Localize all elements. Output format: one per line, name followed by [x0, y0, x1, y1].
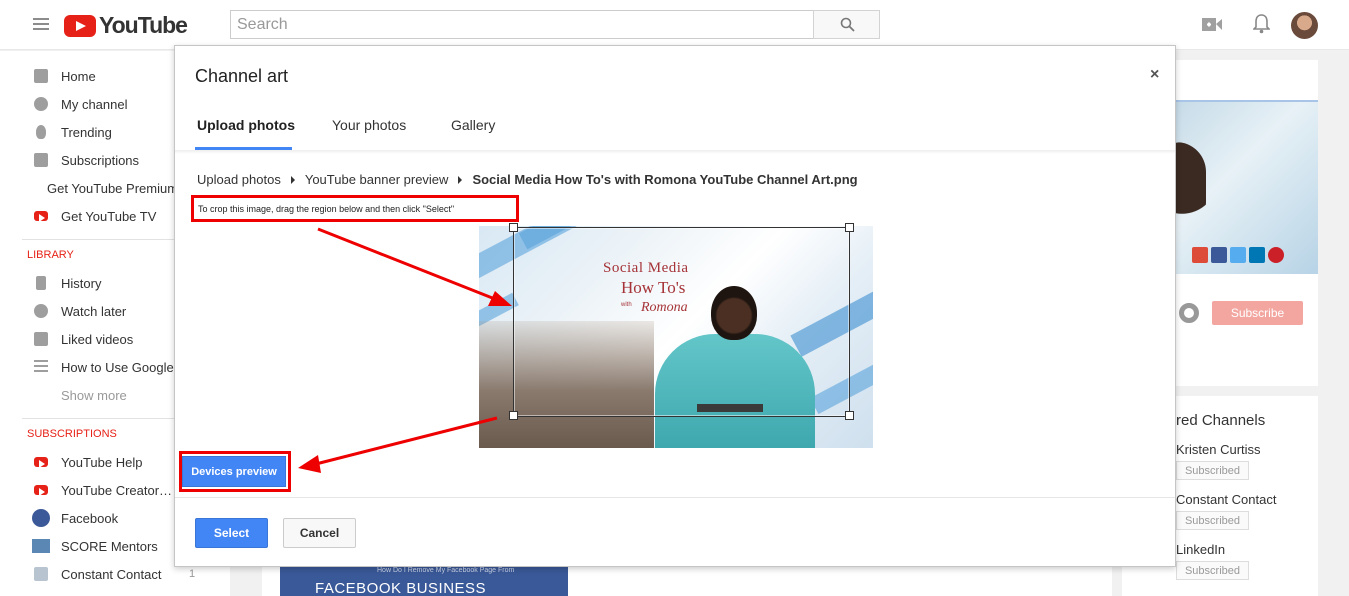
select-label: Select [213, 526, 250, 540]
sidebar-item-label: YouTube Creator… [61, 482, 173, 498]
channel-avatar-icon [34, 457, 48, 468]
breadcrumb-current: Social Media How To's with Romona YouTub… [472, 172, 858, 187]
featured-channel-name[interactable]: LinkedIn [1176, 542, 1225, 557]
channel-avatar-icon [34, 567, 48, 581]
thumbnail-caption: How Do I Remove My Facebook Page From [377, 567, 515, 574]
sidebar-item-label: Liked videos [61, 331, 134, 347]
crop-handle-bottom-left[interactable] [509, 411, 518, 420]
subscriptions-heading: SUBSCRIPTIONS [27, 428, 117, 440]
sidebar-item-label: Subscriptions [61, 152, 140, 168]
sidebar-item-label: Trending [61, 124, 112, 140]
sidebar-count: 1 [189, 568, 196, 580]
clock-icon [34, 304, 48, 318]
linkedin-icon[interactable] [1249, 247, 1265, 263]
sidebar-item-playlist[interactable]: How to Use Google [0, 353, 174, 381]
pinterest-icon[interactable] [1268, 247, 1284, 263]
sidebar-item-label: YouTube Help [61, 454, 143, 470]
sidebar-item-label: How to Use Google [61, 359, 174, 375]
account-avatar[interactable] [1291, 12, 1318, 39]
sidebar-item-label: Watch later [61, 303, 127, 319]
subscriptions-icon [34, 153, 48, 167]
tab-your-photos[interactable]: Your photos [332, 117, 406, 133]
featured-channel-name[interactable]: Kristen Curtiss [1176, 442, 1261, 457]
sidebar-item-label: SCORE Mentors [61, 538, 158, 554]
person-icon [34, 97, 48, 111]
youtube-red-icon [34, 211, 48, 222]
facebook-icon[interactable] [1211, 247, 1227, 263]
flame-icon [36, 125, 46, 139]
notifications-bell-icon[interactable] [1253, 14, 1270, 34]
featured-channels-title: red Channels [1176, 412, 1266, 429]
chevron-right-icon [290, 175, 295, 184]
logo-text: YouTube [99, 12, 188, 38]
sidebar-item-label: Get YouTube Premium [47, 180, 174, 196]
sidebar-item-premium[interactable]: Get YouTube Premium [0, 174, 174, 202]
footer-divider [175, 497, 1175, 498]
sidebar-item-label: Home [61, 68, 96, 84]
sidebar-item-label: Facebook [61, 510, 119, 526]
youtube-play-icon [64, 14, 96, 37]
tab-gallery[interactable]: Gallery [451, 117, 495, 133]
sidebar-item-label: Constant Contact [61, 566, 162, 582]
thumbs-up-icon [34, 332, 48, 346]
facebook-icon [32, 509, 50, 527]
crop-handle-top-right[interactable] [845, 223, 854, 232]
library-heading: LIBRARY [27, 249, 74, 261]
youtube-logo[interactable]: YouTube [64, 12, 188, 39]
thumbnail-title: FACEBOOK BUSINESS MANAGER [315, 580, 487, 596]
sidebar-item-label: Get YouTube TV [61, 208, 157, 224]
subscribed-button[interactable]: Subscribed [1176, 511, 1249, 530]
tab-divider-shadow [175, 150, 1175, 154]
upload-video-icon[interactable] [1202, 17, 1222, 32]
video-thumbnail[interactable]: How Do I Remove My Facebook Page From FA… [280, 567, 568, 596]
cancel-label: Cancel [299, 526, 340, 540]
close-icon[interactable]: × [1150, 66, 1159, 84]
subscribed-button[interactable]: Subscribed [1176, 561, 1249, 580]
subscribe-label: Subscribe [1230, 306, 1285, 320]
featured-channel-name[interactable]: Constant Contact [1176, 492, 1276, 507]
select-button[interactable]: Select [195, 518, 268, 548]
playlist-icon [34, 360, 48, 374]
google-plus-icon[interactable] [1192, 247, 1208, 263]
search-icon [840, 17, 855, 32]
social-links [1192, 247, 1284, 263]
breadcrumb-item[interactable]: Upload photos [197, 172, 281, 187]
chevron-right-icon [458, 175, 463, 184]
sidebar-item-label: My channel [61, 96, 128, 112]
breadcrumb: Upload photos YouTube banner preview Soc… [197, 172, 858, 187]
show-more-link[interactable]: Show more [61, 388, 127, 403]
channel-art-dialog: Channel art × Upload photos Your photos … [174, 45, 1176, 567]
subscribe-button[interactable]: Subscribe [1212, 301, 1303, 325]
sidebar-item-label: History [61, 275, 102, 291]
subscribed-button[interactable]: Subscribed [1176, 461, 1249, 480]
instruction-highlight: To crop this image, drag the region belo… [191, 195, 519, 222]
search-input[interactable]: Search [230, 10, 814, 39]
breadcrumb-item[interactable]: YouTube banner preview [305, 172, 449, 187]
channel-avatar-icon [34, 485, 48, 496]
active-tab-indicator [195, 147, 292, 150]
devices-preview-button[interactable]: Devices preview [182, 456, 286, 487]
dialog-title: Channel art [195, 66, 289, 86]
devices-preview-label: Devices preview [191, 465, 277, 478]
top-bar: YouTube Search [0, 0, 1349, 50]
home-icon [34, 69, 48, 83]
hourglass-icon [36, 276, 46, 290]
search-button[interactable] [813, 10, 880, 39]
tab-upload-photos[interactable]: Upload photos [197, 117, 295, 133]
crop-handle-top-left[interactable] [509, 223, 518, 232]
channel-avatar-icon [32, 539, 50, 553]
gear-icon[interactable] [1179, 303, 1199, 323]
menu-icon[interactable] [33, 18, 49, 30]
cancel-button[interactable]: Cancel [283, 518, 356, 548]
crop-instruction: To crop this image, drag the region belo… [198, 203, 455, 214]
crop-region[interactable] [513, 227, 850, 417]
twitter-icon[interactable] [1230, 247, 1246, 263]
crop-handle-bottom-right[interactable] [845, 411, 854, 420]
